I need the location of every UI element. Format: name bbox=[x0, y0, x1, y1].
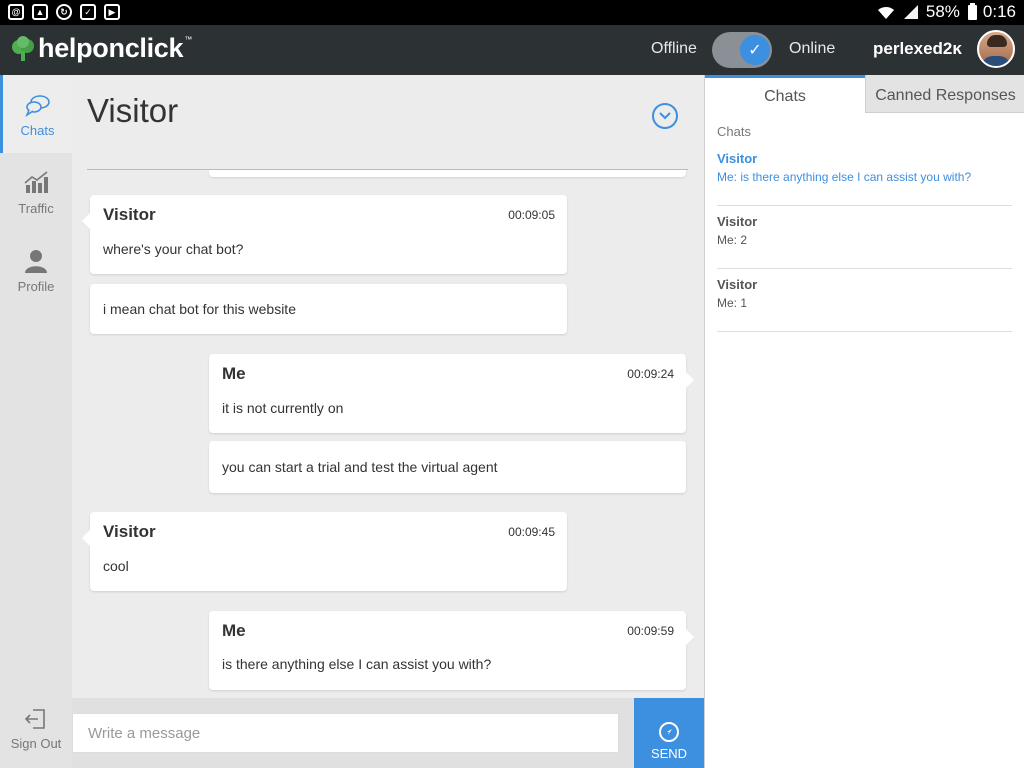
nav-label-profile: Profile bbox=[17, 279, 55, 294]
battery-icon bbox=[967, 2, 977, 20]
notification-app-icon: @ bbox=[8, 4, 24, 20]
section-label: Chats bbox=[717, 124, 751, 139]
message-input[interactable] bbox=[72, 713, 619, 753]
cell-signal-icon bbox=[903, 5, 918, 19]
chat-bubbles-icon bbox=[24, 95, 50, 117]
message-me: Me 00:09:24 it is not currently on bbox=[209, 354, 694, 433]
nav-label-chats: Chats bbox=[20, 123, 55, 138]
logo-tree-icon bbox=[12, 35, 34, 61]
nav-label-traffic: Traffic bbox=[18, 201, 54, 216]
sync-notification-icon: ↻ bbox=[56, 4, 72, 20]
logo-text: helponclick bbox=[38, 33, 184, 63]
sign-out-label: Sign Out bbox=[10, 736, 62, 751]
send-label: SEND bbox=[650, 746, 688, 761]
conversation-name: Visitor bbox=[717, 277, 758, 292]
chat-options-button[interactable] bbox=[652, 103, 678, 129]
online-label: Online bbox=[789, 40, 836, 57]
message-text: where's your chat bot? bbox=[103, 241, 244, 257]
previous-message-edge bbox=[209, 170, 686, 177]
message-time: 00:09:45 bbox=[508, 525, 555, 539]
message-me-continued: you can start a trial and test the virtu… bbox=[209, 441, 686, 493]
message-author: Visitor bbox=[103, 205, 156, 224]
checkmark-icon: ✓ bbox=[740, 35, 770, 65]
system-status-bar: @ ▲ ↻ ✓ ▶ 58% 0:16 bbox=[0, 0, 1024, 25]
message-text: you can start a trial and test the virtu… bbox=[222, 459, 498, 475]
message-text: i mean chat bot for this website bbox=[103, 301, 296, 317]
wifi-icon bbox=[877, 6, 894, 20]
message-composer: SEND bbox=[72, 698, 704, 768]
chevron-down-icon bbox=[659, 112, 671, 120]
message-author: Visitor bbox=[103, 522, 156, 541]
left-sidebar: Chats Traffic Profile Sign Out bbox=[0, 75, 72, 768]
message-visitor: Visitor 00:09:45 cool bbox=[82, 512, 567, 591]
nav-item-chats[interactable]: Chats bbox=[0, 75, 72, 153]
tab-chats[interactable]: Chats bbox=[705, 75, 865, 113]
battery-percent: 58% bbox=[925, 2, 960, 21]
app-header: helponclick ™ Offline ✓ Online perlexed2… bbox=[0, 25, 1024, 75]
conversation-last-message: Me: 1 bbox=[717, 296, 748, 310]
message-visitor-continued: i mean chat bot for this website bbox=[90, 284, 567, 334]
app-logo: helponclick ™ bbox=[10, 33, 192, 64]
message-text: it is not currently on bbox=[222, 400, 344, 416]
send-button[interactable]: SEND bbox=[634, 698, 704, 768]
clock: 0:16 bbox=[982, 2, 1016, 21]
image-notification-icon: ▲ bbox=[32, 4, 48, 20]
chat-conversation-panel: Visitor Visitor 00:09:05 where's your ch… bbox=[72, 75, 704, 698]
conversation-last-message: Me: 2 bbox=[717, 233, 748, 247]
send-arrow-icon bbox=[667, 729, 672, 735]
message-author: Me bbox=[222, 364, 246, 383]
message-author: Me bbox=[222, 621, 246, 640]
traffic-chart-icon bbox=[24, 171, 48, 193]
message-time: 00:09:05 bbox=[508, 208, 555, 222]
conversation-item[interactable]: Visitor Me: 1 bbox=[717, 269, 1012, 332]
sign-out-button[interactable]: Sign Out bbox=[0, 708, 72, 751]
task-notification-icon: ✓ bbox=[80, 4, 96, 20]
user-avatar[interactable] bbox=[977, 30, 1015, 68]
media-notification-icon: ▶ bbox=[104, 4, 120, 20]
offline-label: Offline bbox=[651, 40, 697, 57]
message-time: 00:09:59 bbox=[627, 624, 674, 638]
conversation-last-message: Me: is there anything else I can assist … bbox=[717, 170, 972, 184]
username[interactable]: perlexed2ĸ bbox=[873, 39, 962, 59]
message-text: is there anything else I can assist you … bbox=[222, 656, 492, 672]
conversation-item[interactable]: Visitor Me: 2 bbox=[717, 206, 1012, 269]
chat-title: Visitor bbox=[87, 92, 179, 129]
conversation-name: Visitor bbox=[717, 214, 758, 229]
nav-item-traffic[interactable]: Traffic bbox=[0, 153, 72, 231]
logo-trademark: ™ bbox=[184, 35, 193, 44]
conversations-panel: Chats Canned Responses Chats Visitor Me:… bbox=[704, 75, 1024, 768]
message-visitor: Visitor 00:09:05 where's your chat bot? bbox=[82, 195, 567, 274]
notification-icons: @ ▲ ↻ ✓ ▶ bbox=[8, 4, 120, 20]
message-time: 00:09:24 bbox=[627, 367, 674, 381]
online-status-toggle[interactable]: ✓ bbox=[712, 32, 772, 68]
tab-canned-responses[interactable]: Canned Responses bbox=[865, 75, 1024, 113]
person-icon bbox=[25, 250, 47, 273]
nav-item-profile[interactable]: Profile bbox=[0, 231, 72, 309]
message-me: Me 00:09:59 is there anything else I can… bbox=[209, 611, 694, 690]
send-compass-icon bbox=[659, 722, 679, 742]
sign-out-icon bbox=[24, 709, 45, 729]
conversation-item[interactable]: Visitor Me: is there anything else I can… bbox=[717, 143, 1012, 206]
conversation-name: Visitor bbox=[717, 151, 758, 166]
system-indicators: 58% 0:16 bbox=[876, 2, 1016, 22]
message-text: cool bbox=[103, 558, 129, 574]
